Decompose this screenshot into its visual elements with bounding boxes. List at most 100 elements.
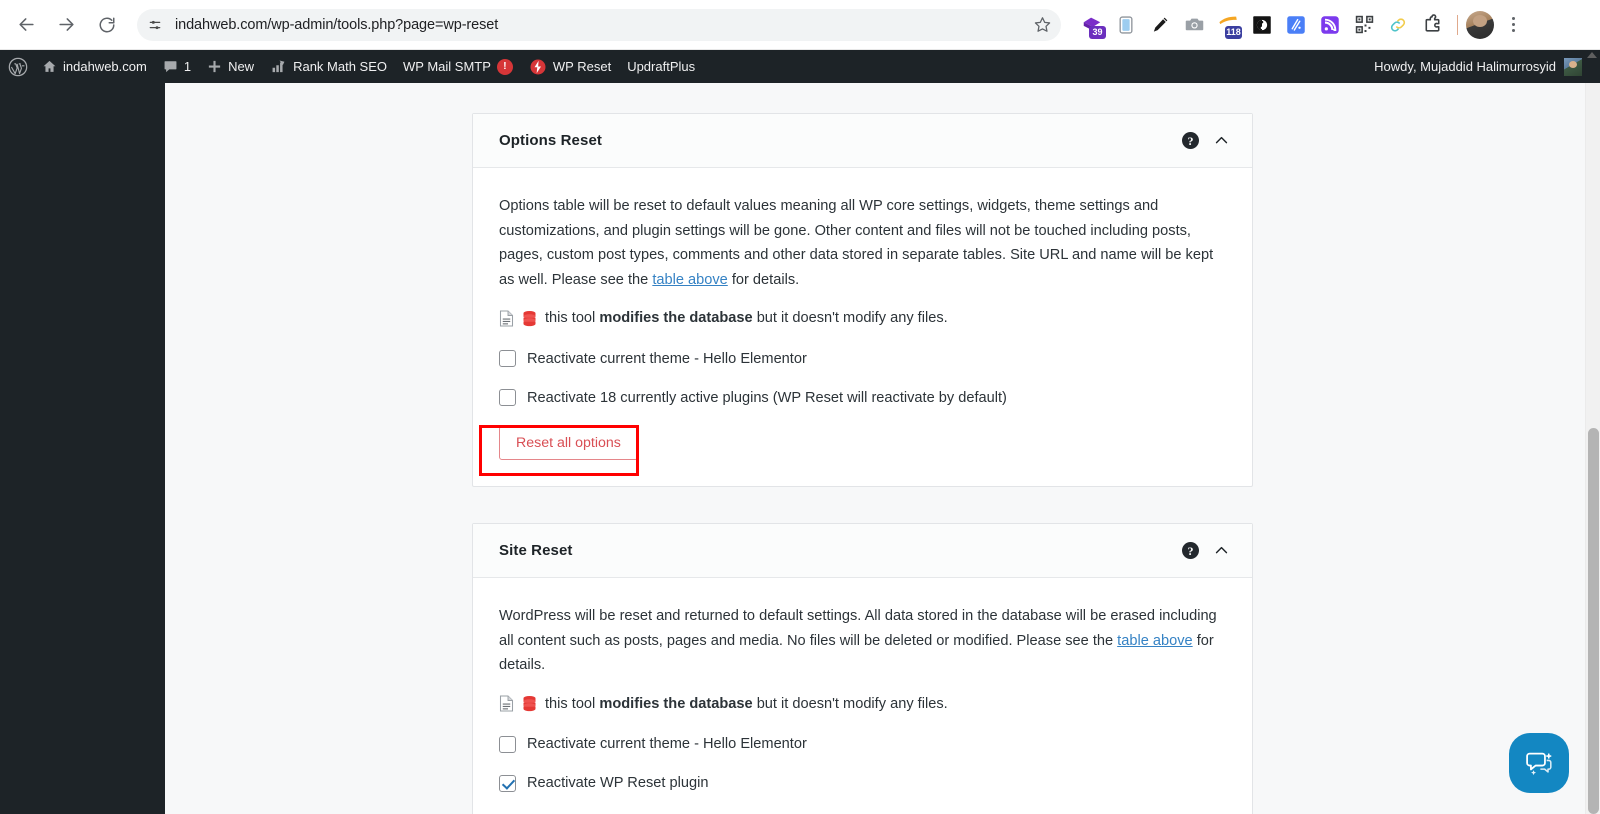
adminbar-wp-mail-smtp-label: WP Mail SMTP (403, 59, 491, 74)
reactivate-theme-row[interactable]: Reactivate current theme - Hello Element… (499, 735, 1226, 753)
qr-code-extension-icon[interactable] (1347, 8, 1381, 42)
chat-widget-button[interactable] (1509, 733, 1569, 793)
url-text[interactable]: indahweb.com/wp-admin/tools.php?page=wp-… (175, 17, 1027, 33)
wp-reset-icon (530, 59, 546, 74)
comment-bubble-icon (164, 61, 177, 73)
adminbar-new-label: New (228, 59, 255, 74)
reactivate-theme-checkbox[interactable] (499, 350, 516, 368)
link-checker-extension-icon[interactable] (1381, 8, 1415, 42)
card-header-actions: ? (1182, 542, 1230, 559)
adminbar-howdy[interactable]: Howdy, Mujaddid Halimurrosyid (1366, 57, 1590, 76)
screenshot-extension-icon[interactable] (1177, 8, 1211, 42)
annotation-highlight-box (479, 425, 639, 476)
dark-reader-extension-icon[interactable] (1245, 8, 1279, 42)
card-description-part1: Options table will be reset to default v… (499, 198, 1214, 288)
adminbar-rank-math-seo[interactable]: Rank Math SEO (262, 50, 395, 83)
help-question-icon[interactable]: ? (1182, 542, 1199, 559)
adminbar-wp-reset-label: WP Reset (552, 59, 612, 74)
reactivate-plugins-row[interactable]: Reactivate 18 currently active plugins (… (499, 389, 1226, 407)
tool-note-suffix: but it doesn't modify any files. (752, 310, 948, 327)
address-bar[interactable]: indahweb.com/wp-admin/tools.php?page=wp-… (137, 8, 1061, 41)
bookmark-manager-extension-icon[interactable]: 39 (1075, 8, 1109, 42)
toolbar-divider (1457, 14, 1458, 35)
site-settings-icon[interactable] (141, 11, 169, 39)
extension-badge: 39 (1089, 25, 1106, 39)
table-above-link[interactable]: table above (1117, 633, 1192, 649)
reload-icon (99, 17, 115, 32)
forward-button[interactable] (49, 8, 83, 42)
adminbar-wp-reset[interactable]: WP Reset (521, 50, 619, 83)
reactivate-wp-reset-row[interactable]: Reactivate WP Reset plugin (499, 774, 1226, 792)
wordpress-admin-bar: indahweb.com 1 New Rank Math SEO WP Mail… (0, 50, 1600, 83)
page-scrollbar[interactable] (1585, 83, 1600, 814)
tool-note-suffix: but it doesn't modify any files. (752, 695, 948, 712)
tool-note: this tool modifies the database but it d… (499, 308, 1226, 328)
tool-note: this tool modifies the database but it d… (499, 694, 1226, 714)
tool-note-text: this tool modifies the database but it d… (545, 694, 948, 714)
adminbar-comments-count: 1 (183, 59, 192, 74)
adminbar-updraftplus-label: UpdraftPlus (627, 59, 696, 74)
profile-avatar[interactable] (1466, 10, 1494, 39)
eyedropper-extension-icon[interactable] (1143, 8, 1177, 42)
file-icon (499, 310, 514, 327)
avatar (1564, 57, 1582, 76)
back-button[interactable] (9, 8, 43, 42)
adminbar-site-name[interactable]: indahweb.com (34, 50, 155, 83)
card-description: Options table will be reset to default v… (499, 194, 1226, 292)
extension-badge: 118 (1225, 25, 1242, 39)
card-title: Options Reset (499, 132, 602, 149)
extensions-puzzle-icon[interactable] (1415, 8, 1449, 42)
reactivate-theme-checkbox[interactable] (499, 735, 516, 753)
card-site-reset: Site Reset ? WordPress will be reset and… (472, 523, 1253, 814)
card-body-site-reset: WordPress will be reset and returned to … (473, 578, 1252, 814)
chevron-up-icon[interactable] (1213, 542, 1230, 559)
reactivate-theme-label: Reactivate current theme - Hello Element… (527, 736, 807, 753)
help-question-icon[interactable]: ? (1182, 132, 1199, 149)
file-icon (499, 695, 514, 712)
chrome-menu-icon[interactable] (1498, 8, 1528, 42)
adminbar-wp-logo[interactable] (0, 50, 34, 83)
adminbar-right-group: Howdy, Mujaddid Halimurrosyid (1366, 57, 1600, 76)
star-icon[interactable] (1027, 10, 1057, 40)
forward-arrow-icon (58, 18, 74, 31)
adminbar-updraftplus[interactable]: UpdraftPlus (619, 50, 703, 83)
adminbar-site-name-label: indahweb.com (63, 59, 147, 74)
tool-note-prefix: this tool (545, 310, 600, 327)
adminbar-comments[interactable]: 1 (155, 50, 199, 83)
wappalyzer-extension-icon[interactable] (1279, 8, 1313, 42)
card-description: WordPress will be reset and returned to … (499, 604, 1226, 678)
tool-note-bold: modifies the database (599, 310, 753, 327)
wordpress-logo-icon (8, 57, 28, 76)
table-above-link[interactable]: table above (652, 272, 727, 288)
adminbar-wp-mail-smtp[interactable]: WP Mail SMTP ! (395, 50, 521, 83)
card-description-part2: for details. (727, 271, 800, 288)
reader-mode-extension-icon[interactable] (1109, 8, 1143, 42)
tool-note-prefix: this tool (545, 695, 600, 712)
wp-admin-sidebar[interactable] (0, 83, 165, 814)
reload-button[interactable] (90, 8, 124, 42)
page-scrollbar-thumb[interactable] (1588, 428, 1599, 814)
highlighter-extension-icon[interactable]: 118 (1211, 8, 1245, 42)
card-header-actions: ? (1182, 132, 1230, 149)
database-icon (523, 696, 536, 712)
card-header-options-reset: Options Reset ? (473, 114, 1252, 168)
rank-math-icon (272, 60, 285, 73)
reactivate-plugins-label: Reactivate 18 currently active plugins (… (527, 389, 1007, 406)
reactivate-wp-reset-checkbox[interactable] (499, 774, 516, 792)
chevron-up-icon[interactable] (1213, 132, 1230, 149)
rss-feed-extension-icon[interactable] (1313, 8, 1347, 42)
adminbar-new-content[interactable]: New (199, 50, 262, 83)
adminbar-rank-math-label: Rank Math SEO (293, 59, 388, 74)
back-arrow-icon (18, 18, 34, 31)
scrollbar-up-arrow[interactable] (1587, 52, 1597, 58)
database-icon (523, 310, 536, 327)
tool-note-text: this tool modifies the database but it d… (545, 308, 948, 328)
reactivate-theme-row[interactable]: Reactivate current theme - Hello Element… (499, 350, 1226, 368)
browser-extensions-area: 39 118 (1075, 8, 1534, 42)
home-icon (43, 60, 56, 72)
reactivate-plugins-checkbox[interactable] (499, 389, 516, 407)
card-title: Site Reset (499, 542, 573, 559)
reactivate-theme-label: Reactivate current theme - Hello Element… (527, 350, 807, 367)
plus-icon (208, 60, 221, 73)
chat-bubble-icon (1526, 752, 1552, 776)
